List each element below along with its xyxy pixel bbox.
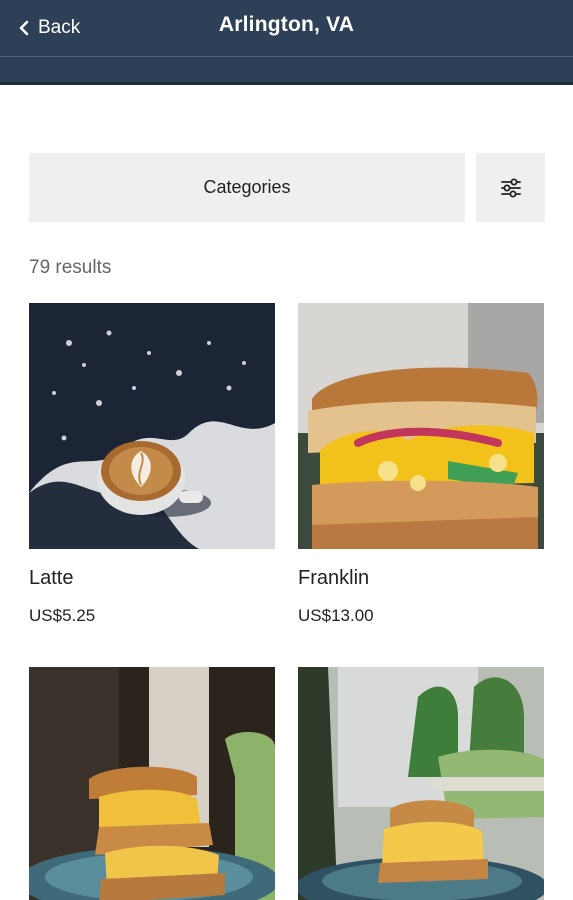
product-card[interactable] — [29, 667, 275, 900]
sliders-icon — [500, 178, 521, 197]
franklin-image — [298, 303, 544, 549]
product-name: Latte — [29, 567, 74, 589]
product-card-franklin[interactable]: Franklin US$13.00 — [298, 303, 544, 626]
sandwich-outdoor-image — [298, 667, 544, 900]
header-divider — [0, 56, 573, 57]
filter-controls: Categories — [29, 153, 545, 222]
sandwich-image — [29, 667, 275, 900]
product-price: US$5.25 — [29, 606, 96, 625]
product-price: US$13.00 — [298, 606, 374, 625]
page-title: Arlington, VA — [218, 13, 355, 36]
filter-button[interactable] — [476, 153, 545, 222]
top-app-bar: Back Arlington, VA — [0, 0, 573, 85]
results-count: 79 results — [29, 257, 112, 278]
product-card[interactable] — [298, 667, 544, 900]
product-image[interactable] — [29, 303, 275, 549]
header-bottom-border — [0, 82, 573, 85]
product-image[interactable] — [298, 667, 544, 900]
product-image[interactable] — [29, 667, 275, 900]
product-image[interactable] — [298, 303, 544, 549]
categories-label: Categories — [203, 177, 291, 197]
latte-image — [29, 303, 275, 549]
product-card-latte[interactable]: Latte US$5.25 — [29, 303, 275, 626]
product-name: Franklin — [298, 567, 370, 589]
categories-button[interactable]: Categories — [29, 153, 465, 222]
